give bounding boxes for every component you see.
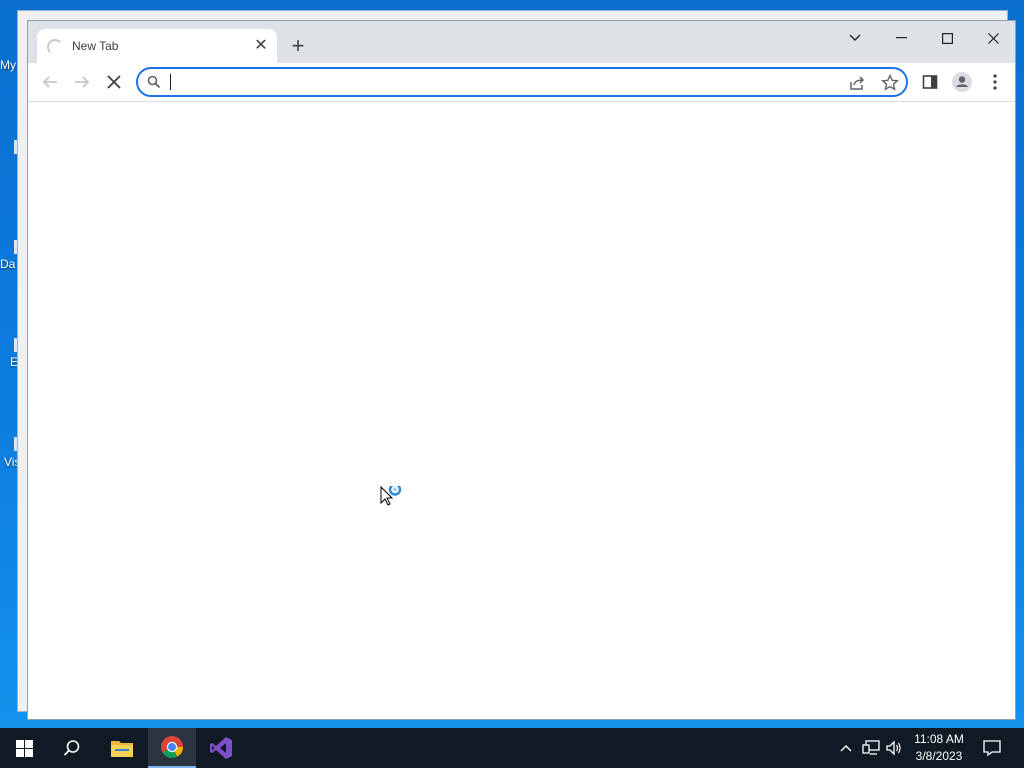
text-caret	[170, 74, 171, 90]
visual-studio-icon[interactable]	[197, 728, 245, 768]
maximize-icon[interactable]	[924, 23, 970, 53]
system-clock[interactable]: 11:08 AM 3/8/2023	[904, 731, 974, 765]
address-input[interactable]	[168, 73, 828, 91]
menu-icon[interactable]	[981, 67, 1009, 97]
close-icon[interactable]	[970, 23, 1016, 53]
desktop-icon-label[interactable]: Da	[0, 257, 18, 271]
side-panel-icon[interactable]	[916, 67, 944, 97]
title-bar[interactable]: New Tab ✕ +	[28, 21, 1015, 63]
chrome-icon[interactable]	[148, 728, 196, 768]
browser-toolbar	[28, 63, 1015, 102]
start-icon[interactable]	[0, 728, 48, 768]
minimize-icon[interactable]	[878, 23, 924, 53]
tab-search-icon[interactable]	[832, 23, 878, 53]
network-icon[interactable]	[860, 728, 882, 768]
busy-cursor-icon	[380, 483, 406, 515]
new-tab-button[interactable]: +	[286, 35, 310, 59]
stop-icon[interactable]	[100, 67, 128, 97]
clock-time: 11:08 AM	[914, 732, 964, 746]
page-content[interactable]	[28, 102, 1015, 719]
volume-icon[interactable]	[884, 728, 904, 768]
tab-title: New Tab	[72, 39, 119, 53]
tab-new-tab[interactable]: New Tab ✕	[37, 29, 277, 63]
browser-window: New Tab ✕ +	[27, 20, 1016, 720]
clock-date: 3/8/2023	[915, 749, 963, 763]
profile-icon[interactable]	[948, 67, 976, 97]
notification-center-icon[interactable]	[978, 728, 1006, 768]
show-hidden-icons-icon[interactable]	[836, 728, 856, 768]
tab-close-icon[interactable]: ✕	[251, 36, 271, 56]
back-icon[interactable]	[36, 67, 64, 97]
file-explorer-icon[interactable]	[98, 728, 146, 768]
search-icon	[147, 75, 161, 94]
share-icon[interactable]	[848, 74, 866, 92]
search-icon[interactable]	[48, 728, 96, 768]
forward-icon[interactable]	[68, 67, 96, 97]
desktop-icon-label[interactable]: My	[0, 58, 18, 72]
taskbar: 11:08 AM 3/8/2023	[0, 728, 1024, 768]
address-bar[interactable]	[136, 67, 908, 97]
star-icon[interactable]	[881, 73, 899, 92]
loading-spinner-icon	[47, 39, 63, 55]
